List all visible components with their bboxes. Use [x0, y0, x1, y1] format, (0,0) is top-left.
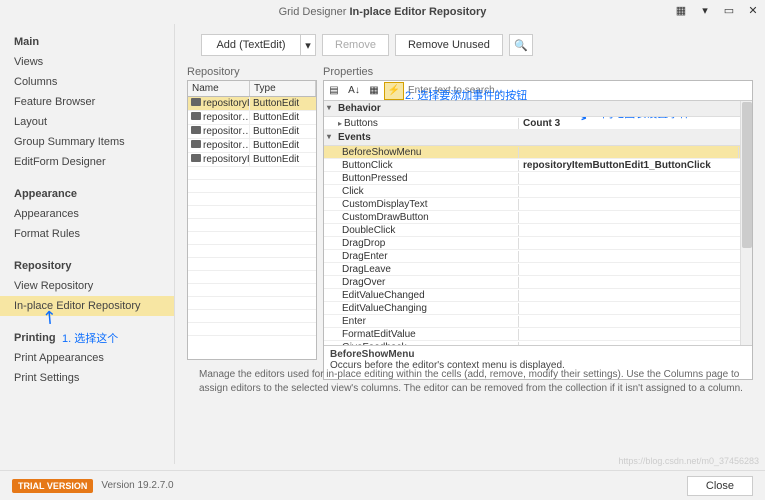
repo-col-name[interactable]: Name — [188, 81, 250, 96]
ev-givefeedback[interactable]: GiveFeedback — [324, 342, 519, 346]
sidebar-item-print-settings[interactable]: Print Settings — [0, 368, 174, 388]
footer-help-text: Manage the editors used for in-place edi… — [187, 362, 753, 396]
ev-enter[interactable]: Enter — [324, 316, 519, 327]
ev-editvaluechanging[interactable]: EditValueChanging — [324, 303, 519, 314]
sidebar-item-view-repo[interactable]: View Repository — [0, 276, 174, 296]
sidebar-item-editform[interactable]: EditForm Designer — [0, 152, 174, 172]
alpha-icon[interactable]: A↓ — [344, 82, 364, 100]
annotation-1: 1. 选择这个 — [62, 330, 118, 346]
repo-row[interactable]: repositoryIt..ButtonEdit — [188, 153, 316, 167]
minimize-icon[interactable]: ▭ — [721, 2, 737, 18]
ev-buttonclick[interactable]: ButtonClick — [324, 160, 519, 171]
repo-col-type[interactable]: Type — [250, 81, 316, 96]
remove-button[interactable]: Remove — [322, 34, 389, 56]
scrollbar[interactable] — [740, 101, 752, 345]
sidebar: Main Views Columns Feature Browser Layou… — [0, 24, 175, 464]
sidebar-item-appearances[interactable]: Appearances — [0, 204, 174, 224]
add-dropdown[interactable]: ▾ — [300, 34, 316, 56]
window-title: Grid Designer In-place Editor Repository — [279, 6, 487, 18]
repo-row[interactable]: repositor…ButtonEdit — [188, 139, 316, 153]
sidebar-item-inplace-repo[interactable]: In-place Editor Repository — [0, 296, 174, 316]
cat-behavior[interactable]: Behavior — [324, 101, 752, 117]
remove-unused-button[interactable]: Remove Unused — [395, 34, 503, 56]
ev-formateditvalue[interactable]: FormatEditValue — [324, 329, 519, 340]
ev-dragover[interactable]: DragOver — [324, 277, 519, 288]
categorized-icon[interactable]: ▤ — [324, 82, 344, 100]
events-icon[interactable]: ⚡ — [384, 82, 404, 100]
ev-customdisplaytext[interactable]: CustomDisplayText — [324, 199, 519, 210]
sidebar-item-feature[interactable]: Feature Browser — [0, 92, 174, 112]
sidebar-item-views[interactable]: Views — [0, 52, 174, 72]
ev-editvaluechanged[interactable]: EditValueChanged — [324, 290, 519, 301]
sidebar-item-format-rules[interactable]: Format Rules — [0, 224, 174, 244]
ev-dragdrop[interactable]: DragDrop — [324, 238, 519, 249]
sidebar-item-columns[interactable]: Columns — [0, 72, 174, 92]
close-button[interactable]: Close — [687, 476, 753, 496]
version-label: Version 19.2.7.0 — [101, 480, 173, 491]
ev-beforeshowmenu[interactable]: BeforeShowMenu — [324, 147, 519, 158]
sidebar-item-layout[interactable]: Layout — [0, 112, 174, 132]
section-repository: Repository — [0, 254, 174, 276]
prop-buttons[interactable]: Buttons — [324, 118, 519, 129]
search-icon-button[interactable]: 🔍 — [509, 34, 533, 56]
trial-badge: TRIAL VERSION — [12, 479, 93, 493]
ev-buttonpressed[interactable]: ButtonPressed — [324, 173, 519, 184]
section-appearance: Appearance — [0, 182, 174, 204]
ev-doubleclick[interactable]: DoubleClick — [324, 225, 519, 236]
repo-row[interactable]: repositoryIt..ButtonEdit — [188, 97, 316, 111]
ev-customdrawbutton[interactable]: CustomDrawButton — [324, 212, 519, 223]
cat-events[interactable]: Events — [324, 130, 752, 146]
repo-label: Repository — [187, 66, 317, 78]
sidebar-item-group-summary[interactable]: Group Summary Items — [0, 132, 174, 152]
repo-row[interactable]: repositor…ButtonEdit — [188, 125, 316, 139]
repo-grid[interactable]: Name Type repositoryIt..ButtonEditreposi… — [187, 80, 317, 360]
ev-dragleave[interactable]: DragLeave — [324, 264, 519, 275]
props-label: Properties — [323, 66, 753, 78]
repo-row[interactable]: repositor…ButtonEdit — [188, 111, 316, 125]
section-main: Main — [0, 30, 174, 52]
props-icon[interactable]: ▦ — [364, 82, 384, 100]
sidebar-item-print-appear[interactable]: Print Appearances — [0, 348, 174, 368]
ev-click[interactable]: Click — [324, 186, 519, 197]
add-button[interactable]: Add (TextEdit) — [201, 34, 301, 56]
ev-dragenter[interactable]: DragEnter — [324, 251, 519, 262]
watermark: https://blog.csdn.net/m0_37456283 — [618, 456, 759, 466]
close-icon[interactable]: ✕ — [745, 2, 761, 18]
grid-icon[interactable]: ▦ — [673, 2, 689, 18]
separator-icon: ▾ — [697, 2, 713, 18]
